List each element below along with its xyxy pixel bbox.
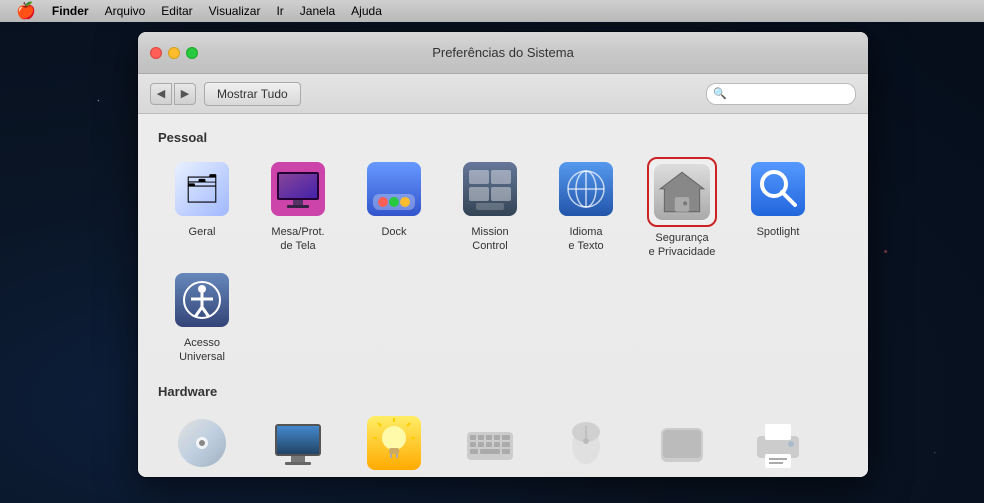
icon-monitores[interactable]: Monitores	[254, 411, 342, 477]
content-area: Pessoal 🗂 Geral	[138, 114, 868, 477]
menubar: 🍎 Finder Arquivo Editar Visualizar Ir Ja…	[0, 0, 984, 22]
menu-ir[interactable]: Ir	[268, 0, 291, 22]
impressao-icon	[751, 416, 805, 470]
close-button[interactable]	[150, 47, 162, 59]
icon-impressao-box	[746, 411, 810, 475]
monitores-icon	[271, 416, 325, 470]
menu-visualizar[interactable]: Visualizar	[201, 0, 269, 22]
icon-teclado-box	[458, 411, 522, 475]
icon-geral-box: 🗂	[170, 157, 234, 221]
pessoal-grid: 🗂 Geral	[158, 157, 848, 364]
icon-cds-box	[170, 411, 234, 475]
spotlight-label: Spotlight	[757, 225, 800, 239]
acesso-label: AcessoUniversal	[179, 336, 225, 365]
dock-icon	[367, 162, 421, 216]
icon-mouse-box	[554, 411, 618, 475]
icon-acesso-box	[170, 268, 234, 332]
icon-dock-box	[362, 157, 426, 221]
titlebar: Preferências do Sistema	[138, 32, 868, 74]
trackpad-icon	[655, 416, 709, 470]
icon-mission-box	[458, 157, 522, 221]
icon-economia[interactable]: Economizadorde Energia	[350, 411, 438, 477]
menu-ajuda[interactable]: Ajuda	[343, 0, 390, 22]
icon-trackpad-box	[650, 411, 714, 475]
menu-arquivo[interactable]: Arquivo	[97, 0, 154, 22]
geral-label: Geral	[189, 225, 216, 239]
mesa-label: Mesa/Prot.de Tela	[271, 225, 324, 254]
forward-button[interactable]: ▶	[174, 83, 196, 105]
icon-acesso[interactable]: AcessoUniversal	[158, 268, 246, 365]
section-pessoal: Pessoal 🗂 Geral	[158, 130, 848, 364]
icon-spotlight-box	[746, 157, 810, 221]
spotlight-icon	[751, 162, 805, 216]
mesa-icon	[271, 162, 325, 216]
back-button[interactable]: ◀	[150, 83, 172, 105]
search-input[interactable]	[730, 87, 849, 101]
icon-mesa[interactable]: Mesa/Prot.de Tela	[254, 157, 342, 260]
preferences-window: Preferências do Sistema ◀ ▶ Mostrar Tudo…	[138, 32, 868, 477]
search-box[interactable]: 🔍	[706, 83, 856, 105]
acesso-icon	[175, 273, 229, 327]
mission-icon	[463, 162, 517, 216]
svg-text:🗂: 🗂	[184, 173, 220, 204]
icon-mesa-box	[266, 157, 330, 221]
minimize-button[interactable]	[168, 47, 180, 59]
icon-mission[interactable]: MissionControl	[446, 157, 534, 260]
maximize-button[interactable]	[186, 47, 198, 59]
icon-teclado[interactable]: Teclado	[446, 411, 534, 477]
icon-cds[interactable]: CDs e DVDs	[158, 411, 246, 477]
idioma-icon	[559, 162, 613, 216]
economia-icon	[367, 416, 421, 470]
section-pessoal-title: Pessoal	[158, 130, 848, 145]
icon-seguranca-box	[647, 157, 717, 227]
icon-monitores-box	[266, 411, 330, 475]
icon-impressao[interactable]: Impressão eEscaneamento	[734, 411, 822, 477]
toolbar: ◀ ▶ Mostrar Tudo 🔍	[138, 74, 868, 114]
cds-icon	[175, 416, 229, 470]
mission-label: MissionControl	[471, 225, 508, 254]
seguranca-icon	[654, 164, 710, 220]
icon-economia-box	[362, 411, 426, 475]
apple-menu[interactable]: 🍎	[8, 0, 44, 22]
icon-seguranca[interactable]: Segurançae Privacidade	[638, 157, 726, 260]
window-title: Preferências do Sistema	[432, 45, 574, 60]
hardware-grid: CDs e DVDs Monitores	[158, 411, 848, 477]
icon-spotlight[interactable]: Spotlight	[734, 157, 822, 260]
icon-mouse[interactable]: Mouse	[542, 411, 630, 477]
icon-geral[interactable]: 🗂 Geral	[158, 157, 246, 260]
section-hardware-title: Hardware	[158, 384, 848, 399]
geral-icon: 🗂	[175, 162, 229, 216]
show-all-button[interactable]: Mostrar Tudo	[204, 82, 301, 106]
idioma-label: Idiomae Texto	[568, 225, 603, 254]
section-hardware: Hardware	[158, 384, 848, 477]
menu-editar[interactable]: Editar	[153, 0, 200, 22]
mouse-icon	[559, 416, 613, 470]
icon-idioma[interactable]: Idiomae Texto	[542, 157, 630, 260]
icon-dock[interactable]: Dock	[350, 157, 438, 260]
menu-finder[interactable]: Finder	[44, 0, 97, 22]
dock-label: Dock	[381, 225, 406, 239]
nav-buttons: ◀ ▶	[150, 83, 196, 105]
teclado-icon	[463, 416, 517, 470]
traffic-lights	[150, 47, 198, 59]
menu-janela[interactable]: Janela	[292, 0, 343, 22]
seguranca-label: Segurançae Privacidade	[649, 231, 716, 260]
icon-idioma-box	[554, 157, 618, 221]
icon-trackpad[interactable]: Trackpad	[638, 411, 726, 477]
search-icon: 🔍	[713, 87, 727, 100]
